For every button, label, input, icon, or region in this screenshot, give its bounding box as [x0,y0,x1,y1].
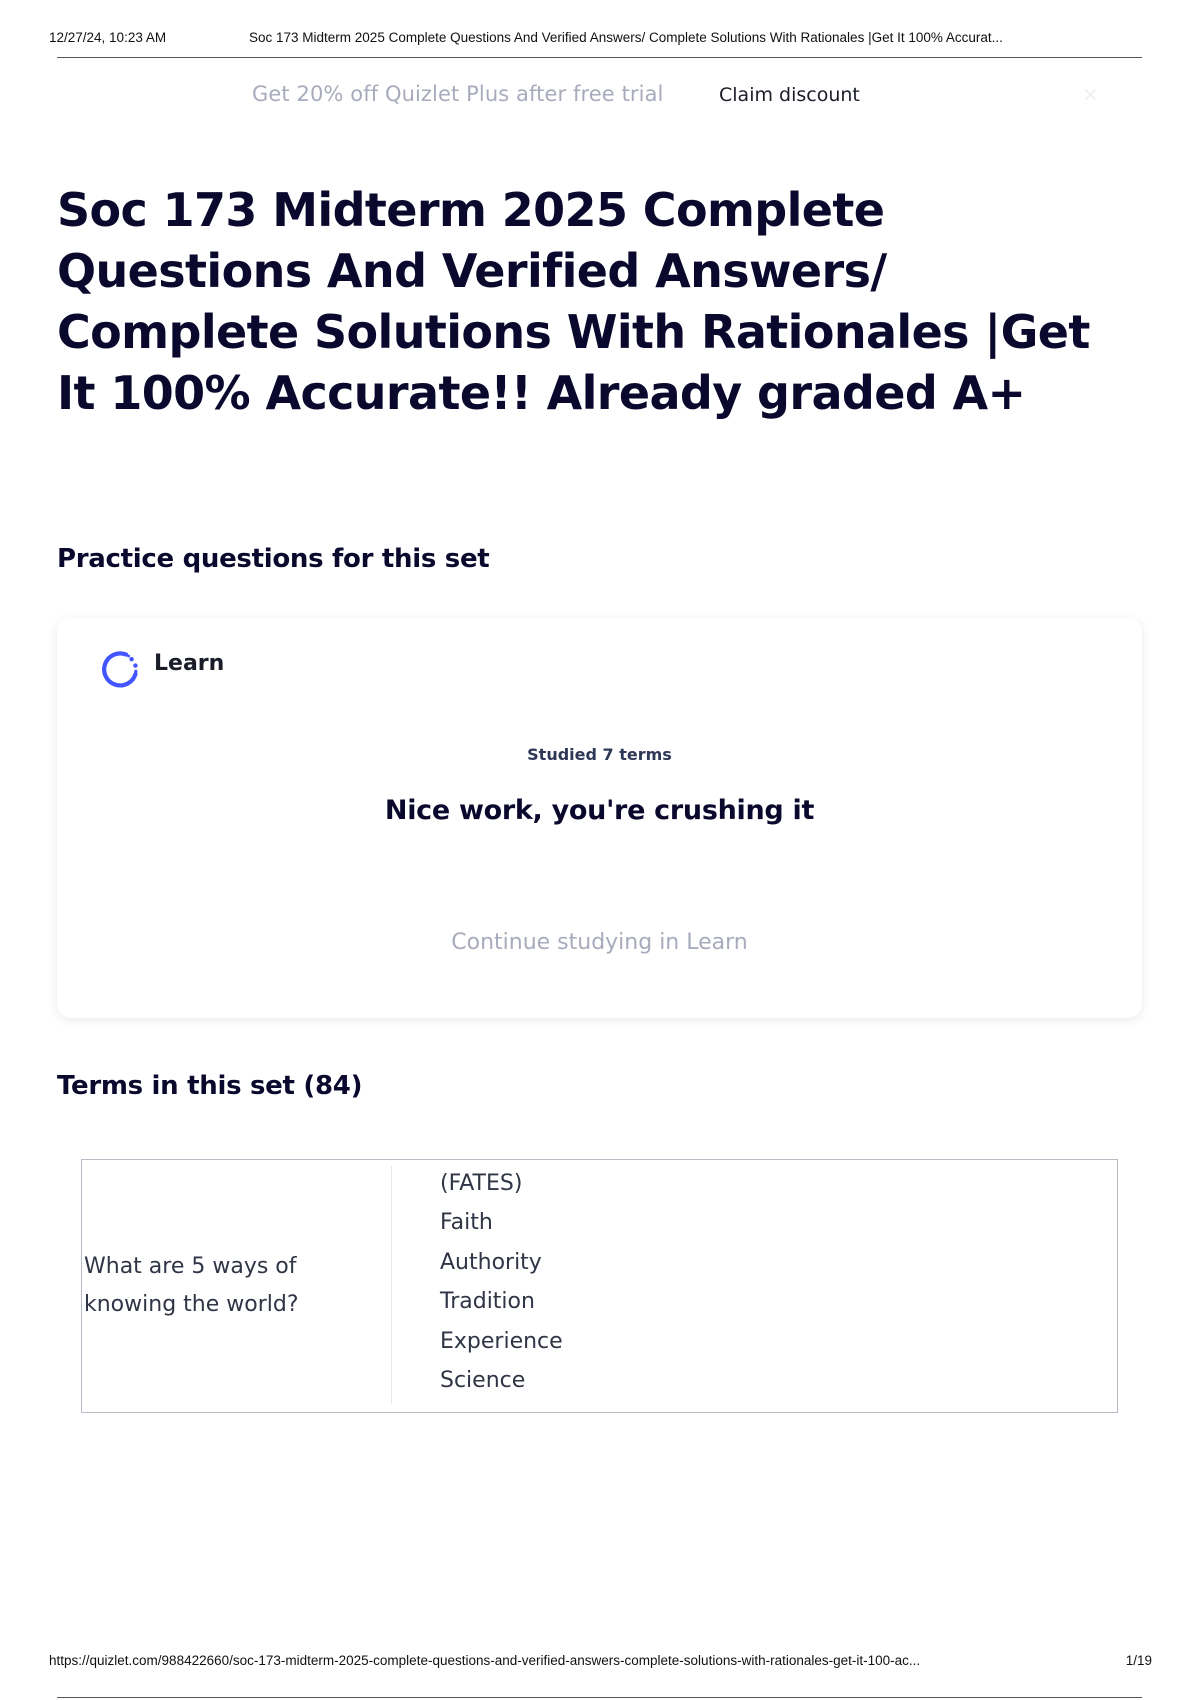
continue-learn-button[interactable]: Continue studying in Learn [57,930,1142,955]
answer-line: Authority [440,1249,542,1275]
answer-line: Tradition [440,1289,535,1315]
studied-count: Studied 7 terms [527,745,672,764]
promo-text: Get 20% off Quizlet Plus after free tria… [252,82,664,106]
print-url: https://quizlet.com/988422660/soc-173-mi… [49,1653,921,1668]
term-divider [391,1166,392,1404]
print-doc-title: Soc 173 Midterm 2025 Complete Questions … [249,30,1003,45]
progress-message: Nice work, you're crushing it [384,795,815,826]
promo-banner: Get 20% off Quizlet Plus after free tria… [0,82,1200,112]
close-icon[interactable]: × [1082,82,1099,106]
claim-discount-button[interactable]: Claim discount [719,84,860,106]
print-date: 12/27/24, 10:23 AM [49,30,167,45]
answer-line: (FATES) [440,1171,523,1196]
terms-heading: Terms in this set (84) [57,1071,363,1101]
footer-divider [57,1697,1142,1698]
learn-card[interactable]: Learn Studied 7 terms Nice work, you're … [57,618,1142,1018]
learn-progress-icon [102,651,138,688]
term-card: What are 5 ways of knowing the world? (F… [81,1159,1118,1413]
term-question: What are 5 ways of knowing the world? [84,1254,299,1317]
answer-line: Science [440,1368,526,1394]
page-number: 1/19 [1125,1653,1152,1668]
answer-line: Experience [440,1328,563,1354]
set-title: Soc 173 Midterm 2025 Complete Questions … [57,183,1090,420]
term-answer: (FATES) Faith Authority Tradition Experi… [440,1164,563,1400]
learn-label: Learn [154,651,225,676]
practice-questions-heading: Practice questions for this set [57,544,490,574]
answer-line: Faith [440,1210,493,1236]
header-divider [57,57,1142,58]
